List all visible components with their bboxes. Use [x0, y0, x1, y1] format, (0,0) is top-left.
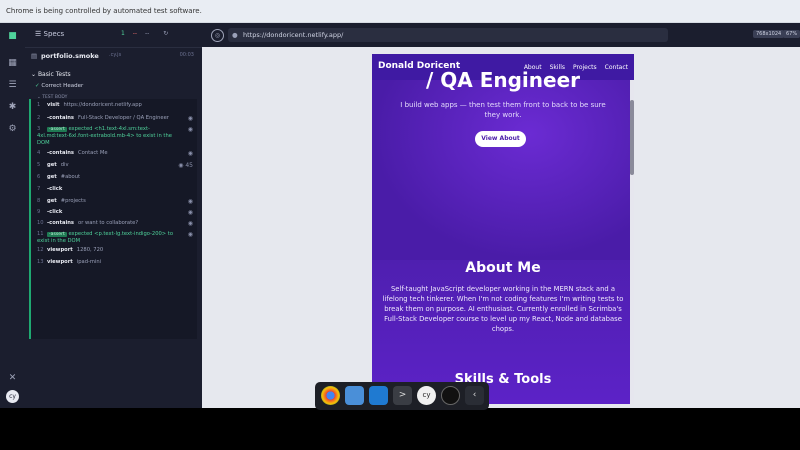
side-rail: ■ ▦ ☰ ✱ ⚙ ✕ cy	[0, 23, 26, 408]
command-row[interactable]: 6 get #about	[37, 174, 80, 180]
spec-file-ext: .cy.js	[109, 52, 122, 58]
vscode-icon[interactable]	[369, 386, 388, 405]
collapse-dock-icon[interactable]: ‹	[465, 386, 484, 405]
url-field[interactable]: ● https://dondoricent.netlify.app/	[228, 28, 668, 42]
eye-icon[interactable]: ◉	[188, 126, 193, 133]
eye-icon[interactable]: ◉	[188, 209, 193, 216]
cypress-logo-icon[interactable]: ■	[7, 31, 18, 42]
zoom-level: 67%	[783, 30, 800, 38]
automation-infobar: Chrome is being controlled by automated …	[0, 0, 800, 23]
specs-title[interactable]: ☰ Specs	[35, 30, 64, 38]
command-row[interactable]: 2 -contains Full-Stack Developer / QA Engi…	[37, 115, 169, 121]
command-row[interactable]: 3 -assert expected <h1.text-4xl.sm:text-4…	[37, 126, 177, 147]
pending-count: --	[145, 30, 150, 37]
failed-count: --	[132, 30, 138, 37]
command-row[interactable]: 8 get #projects	[37, 198, 86, 204]
file-icon: ▤	[31, 52, 38, 60]
about-text: Self-taught JavaScript developer working…	[382, 285, 624, 333]
test-title[interactable]: ✓ Correct Header	[35, 83, 83, 89]
eye-icon[interactable]: ◉	[188, 220, 193, 227]
globe-icon: ●	[232, 31, 238, 39]
url-text: https://dondoricent.netlify.app/	[243, 31, 344, 39]
command-row[interactable]: 9 -click	[37, 209, 66, 215]
about-title: About Me	[465, 260, 541, 276]
cypress-runner: ■ ▦ ☰ ✱ ⚙ ✕ cy ☰ Specs 1 -- -- ↻ ▤ portf…	[0, 23, 800, 408]
command-row[interactable]: 13 viewport ipad-mini	[37, 259, 101, 265]
reload-icon[interactable]: ↻	[163, 30, 168, 37]
command-row[interactable]: 1 visit https://dondoricent.netlify.app	[37, 102, 142, 108]
spec-panel: ☰ Specs 1 -- -- ↻ ▤ portfolio.smoke .cy.…	[25, 23, 202, 408]
obs-icon[interactable]	[441, 386, 460, 405]
spec-duration: 00:03	[179, 52, 194, 58]
url-bar: ◎ ● https://dondoricent.netlify.app/ 768…	[202, 23, 800, 47]
command-row[interactable]: 10 -contains or want to collaborate?	[37, 220, 138, 226]
eye-icon[interactable]: ◉	[188, 231, 193, 238]
hero-section: / QA Engineer I build web apps — then te…	[372, 68, 634, 260]
command-row[interactable]: 11 -assert expected <p.text-lg.text-indig…	[37, 231, 177, 245]
files-icon[interactable]	[345, 386, 364, 405]
calendar-icon[interactable]: ▦	[7, 58, 18, 69]
eye-icon[interactable]: ◉	[188, 198, 193, 205]
settings-icon[interactable]: ⚙	[7, 124, 18, 135]
test-suite: ⌄ Basic Tests ✓ Correct Header ⌄ TEST BO…	[25, 69, 202, 379]
app-preview: ◎ ● https://dondoricent.netlify.app/ 768…	[202, 23, 800, 408]
command-row[interactable]: 7 -click	[37, 186, 66, 192]
list-icon[interactable]: ☰	[7, 80, 18, 91]
hero-subtitle: I build web apps — then test them front …	[400, 101, 606, 119]
view-about-button[interactable]: View About	[475, 131, 526, 147]
element-count-badge[interactable]: ◉ 45	[178, 162, 193, 169]
cy-avatar-icon[interactable]: cy	[6, 390, 19, 403]
command-row[interactable]: 5 get div	[37, 162, 69, 168]
viewport-scrollbar[interactable]	[630, 80, 634, 404]
run-stats: 1 -- -- ↻	[121, 30, 168, 37]
scrollbar-thumb[interactable]	[630, 100, 634, 175]
chrome-icon[interactable]	[321, 386, 340, 405]
command-row[interactable]: 4 -contains Contact Me	[37, 150, 108, 156]
spec-file-name: portfolio.smoke	[41, 52, 99, 60]
cypress-app-icon[interactable]: cy	[417, 386, 436, 405]
suite-title[interactable]: ⌄ Basic Tests	[31, 71, 71, 78]
shortcuts-icon[interactable]: ✕	[7, 373, 18, 384]
spec-file-header: ▤ portfolio.smoke .cy.js 00:03	[25, 49, 202, 63]
eye-icon[interactable]: ◉	[188, 115, 193, 122]
taskbar-dock: > cy ‹	[315, 382, 489, 410]
command-log: 1 visit https://dondoricent.netlify.app 2-…	[29, 99, 197, 339]
terminal-icon[interactable]: >	[393, 386, 412, 405]
aut-viewport: Donald Doricent About Skills Projects Conta…	[372, 54, 634, 404]
selector-playground-icon[interactable]: ◎	[211, 29, 224, 42]
command-row[interactable]: 12 viewport 1280, 720	[37, 247, 103, 253]
eye-icon[interactable]: ◉	[188, 150, 193, 157]
spec-topbar: ☰ Specs 1 -- -- ↻	[25, 23, 202, 48]
hero-title: / QA Engineer	[425, 68, 580, 92]
viewport-size: 768x1024	[753, 30, 785, 38]
bug-icon[interactable]: ✱	[7, 102, 18, 113]
passed-count: 1	[121, 30, 125, 37]
